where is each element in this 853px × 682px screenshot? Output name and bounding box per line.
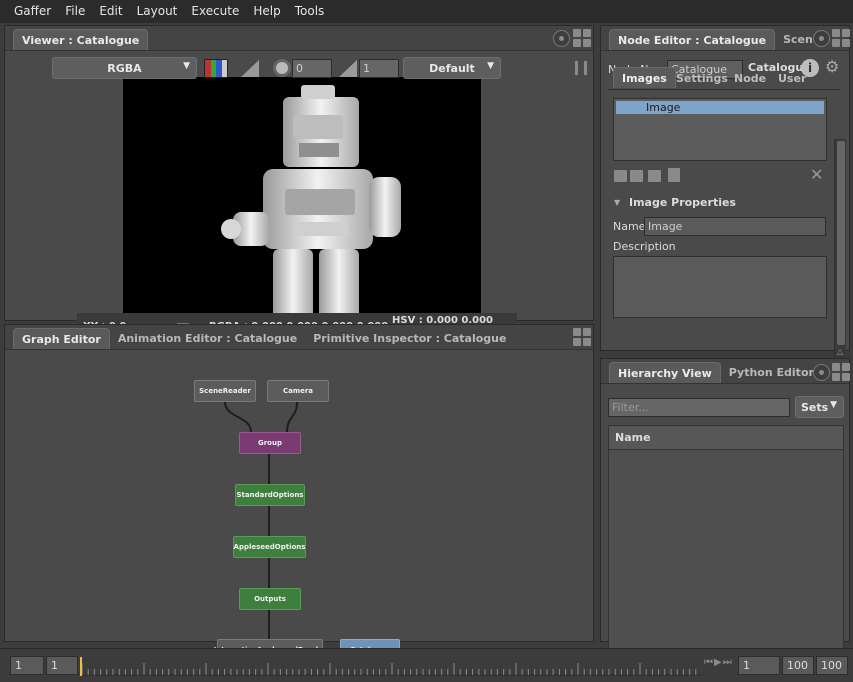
exposure-icon[interactable] xyxy=(273,59,291,77)
chevron-down-icon: ▼ xyxy=(183,61,190,71)
tab-graph-editor[interactable]: Graph Editor xyxy=(13,328,110,349)
node-appleseed-options[interactable]: AppleseedOptions xyxy=(233,536,306,558)
end-frame-field[interactable]: 100 xyxy=(782,656,814,675)
layout-split-icon[interactable] xyxy=(573,328,591,346)
extract-icon[interactable] xyxy=(668,168,680,182)
viewer-tabbar: Viewer : Catalogue xyxy=(5,26,593,50)
description-label: Description xyxy=(613,240,676,253)
name-field[interactable]: Image xyxy=(644,217,826,236)
graph-tabbar: Graph Editor Animation Editor : Catalogu… xyxy=(5,325,593,349)
node-editor-tabbar: Node Editor : Catalogue Scene Inspe xyxy=(601,26,813,50)
panel-options-icon[interactable] xyxy=(813,30,830,47)
graph-canvas[interactable]: SceneReader Camera Group StandardOptions… xyxy=(5,349,593,661)
node-group[interactable]: Group xyxy=(239,432,301,454)
panel-options-icon[interactable] xyxy=(553,30,570,47)
filter-input[interactable]: Filter... xyxy=(608,398,790,417)
export-icon[interactable] xyxy=(648,170,661,182)
menu-layout[interactable]: Layout xyxy=(130,0,185,23)
scroll-thumb[interactable] xyxy=(837,141,845,345)
viewer-canvas[interactable] xyxy=(123,77,481,343)
menu-bar: Gaffer File Edit Layout Execute Help Too… xyxy=(0,0,853,23)
chevron-down-icon: ▼ xyxy=(487,61,494,71)
tab-viewer[interactable]: Viewer : Catalogue xyxy=(13,29,149,50)
layout-split-icon[interactable] xyxy=(573,29,591,47)
sets-dropdown[interactable]: Sets ▼ xyxy=(795,396,844,418)
menu-file[interactable]: File xyxy=(58,0,92,23)
node-editor-sub-panel: Images Settings Node User Image ✕ ▼ Imag… xyxy=(608,67,840,371)
hierarchy-panel: Hierarchy View Python Editor Filter... S… xyxy=(600,358,850,659)
robot-render-image xyxy=(221,85,401,337)
node-outputs[interactable]: Outputs xyxy=(239,588,301,610)
playback-controls[interactable]: ⏮▶⏭ xyxy=(704,657,733,668)
node-standard-options[interactable]: StandardOptions xyxy=(235,484,305,506)
pause-icon[interactable] xyxy=(575,61,587,75)
viewer-panel: Viewer : Catalogue RGBA ▼ 0 1 Default ▼ … xyxy=(4,25,594,343)
duplicate-icon[interactable] xyxy=(630,170,643,182)
tab-scene-inspector[interactable]: Scene Inspe xyxy=(775,29,813,50)
chevron-down-icon: ▼ xyxy=(830,400,837,410)
viewer-body: RGBA▼ 0 1 Default▼ XY : 0 0 RGBA : 0.000… xyxy=(5,50,593,343)
scrollbar[interactable]: △ ▽ xyxy=(834,139,846,375)
node-scene-reader[interactable]: SceneReader xyxy=(194,380,256,402)
layout-split-icon[interactable] xyxy=(832,363,850,381)
channels-dropdown[interactable]: RGBA ▼ xyxy=(52,57,197,79)
start-frame-field[interactable]: 1 xyxy=(10,656,44,675)
exposure-field[interactable]: 0 xyxy=(292,59,332,78)
node-editor-panel: Node Editor : Catalogue Scene Inspe Node… xyxy=(600,25,850,375)
gamma-icon[interactable] xyxy=(338,59,358,78)
description-field[interactable] xyxy=(613,256,827,318)
display-transform-dropdown[interactable]: Default ▼ xyxy=(403,57,501,79)
current-range-field[interactable]: 1 xyxy=(46,656,78,675)
timeline-slider[interactable] xyxy=(80,655,702,677)
menu-execute[interactable]: Execute xyxy=(184,0,246,23)
tab-hierarchy-view[interactable]: Hierarchy View xyxy=(609,362,721,383)
tab-node-editor[interactable]: Node Editor : Catalogue xyxy=(609,29,776,50)
node-camera[interactable]: Camera xyxy=(267,380,329,402)
node-editor-body: Node Name Catalogue Catalogue i ⚙ Images… xyxy=(601,50,849,375)
panel-options-icon[interactable] xyxy=(813,364,830,381)
hierarchy-body: Filter... Sets ▼ Name xyxy=(601,383,849,659)
section-collapse-icon[interactable]: ▼ xyxy=(614,198,620,207)
tab-node[interactable]: Node xyxy=(726,68,774,89)
gamma-field[interactable]: 1 xyxy=(359,59,399,78)
list-item[interactable]: Image xyxy=(616,101,824,114)
timeline: 1 1 ⏮▶⏭ 1 100 100 xyxy=(0,648,853,682)
layout-split-icon[interactable] xyxy=(832,29,850,47)
tab-primitive-inspector[interactable]: Primitive Inspector : Catalogue xyxy=(305,328,514,349)
clipping-icon[interactable] xyxy=(239,59,261,78)
tab-python-editor[interactable]: Python Editor xyxy=(721,362,822,383)
channel-swatch-icon[interactable] xyxy=(204,59,228,78)
remove-icon[interactable]: ✕ xyxy=(810,165,823,184)
images-list[interactable]: Image xyxy=(613,98,827,161)
hierarchy-tabbar: Hierarchy View Python Editor xyxy=(601,359,849,383)
menu-help[interactable]: Help xyxy=(246,0,287,23)
frame-field[interactable]: 1 xyxy=(738,656,780,675)
menu-edit[interactable]: Edit xyxy=(92,0,129,23)
end-range-field[interactable]: 100 xyxy=(816,656,848,675)
image-properties-heading[interactable]: Image Properties xyxy=(629,196,736,209)
menu-tools[interactable]: Tools xyxy=(288,0,332,23)
tab-animation-editor[interactable]: Animation Editor : Catalogue xyxy=(110,328,305,349)
tab-images[interactable]: Images xyxy=(613,67,676,88)
name-label: Name xyxy=(613,220,646,233)
graph-editor-panel: Graph Editor Animation Editor : Catalogu… xyxy=(4,324,594,661)
menu-gaffer[interactable]: Gaffer xyxy=(0,0,58,23)
gear-icon[interactable]: ⚙ xyxy=(825,58,839,76)
scroll-up-icon[interactable]: △ xyxy=(837,347,843,356)
hierarchy-list[interactable]: Name xyxy=(608,425,844,659)
column-header-name[interactable]: Name xyxy=(609,426,843,450)
tab-user[interactable]: User xyxy=(770,68,814,89)
folder-icon[interactable] xyxy=(614,170,627,182)
